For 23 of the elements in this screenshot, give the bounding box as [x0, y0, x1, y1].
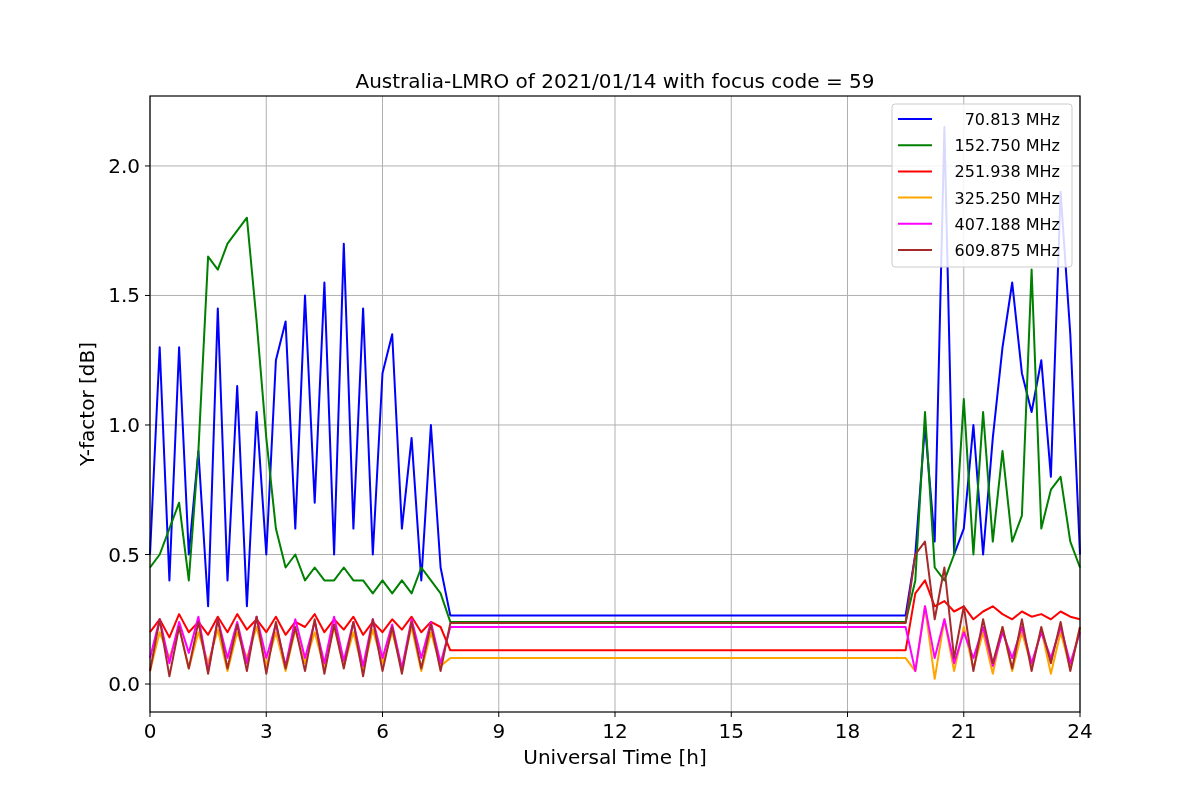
- tick-label: 15: [718, 719, 744, 743]
- tick-label: 1.5: [108, 283, 140, 308]
- tick-label: 9: [492, 719, 506, 743]
- tick-label: 0.0: [108, 672, 140, 696]
- legend-label: 251.938 MHz: [954, 162, 1060, 182]
- tick-label: 24: [1067, 719, 1093, 743]
- tick-label: 12: [602, 719, 628, 743]
- legend-label: 609.875 MHz: [954, 241, 1060, 260]
- legend-label: 70.813 MHz: [964, 110, 1060, 129]
- tick-label: 6: [376, 719, 389, 743]
- tick-label: 0: [143, 719, 157, 743]
- tick-label: 1.0: [108, 413, 140, 437]
- chart-title: Australia-LMRO of 2021/01/14 with focus code = 59: [355, 69, 875, 93]
- axis-label: Universal Time [h]: [523, 745, 707, 769]
- legend-label: 407.188 MHz: [954, 214, 1060, 234]
- tick-label: 3: [259, 719, 273, 743]
- legend-label: 152.750 MHz: [954, 136, 1060, 156]
- tick-label: 18: [834, 719, 861, 743]
- tick-label: 0.5: [108, 542, 140, 567]
- axis-label: Y-factor [dB]: [75, 342, 99, 466]
- tick-label: 21: [951, 719, 977, 743]
- tick-label: 2.0: [108, 153, 140, 178]
- legend-label: 325.250 MHz: [954, 188, 1060, 208]
